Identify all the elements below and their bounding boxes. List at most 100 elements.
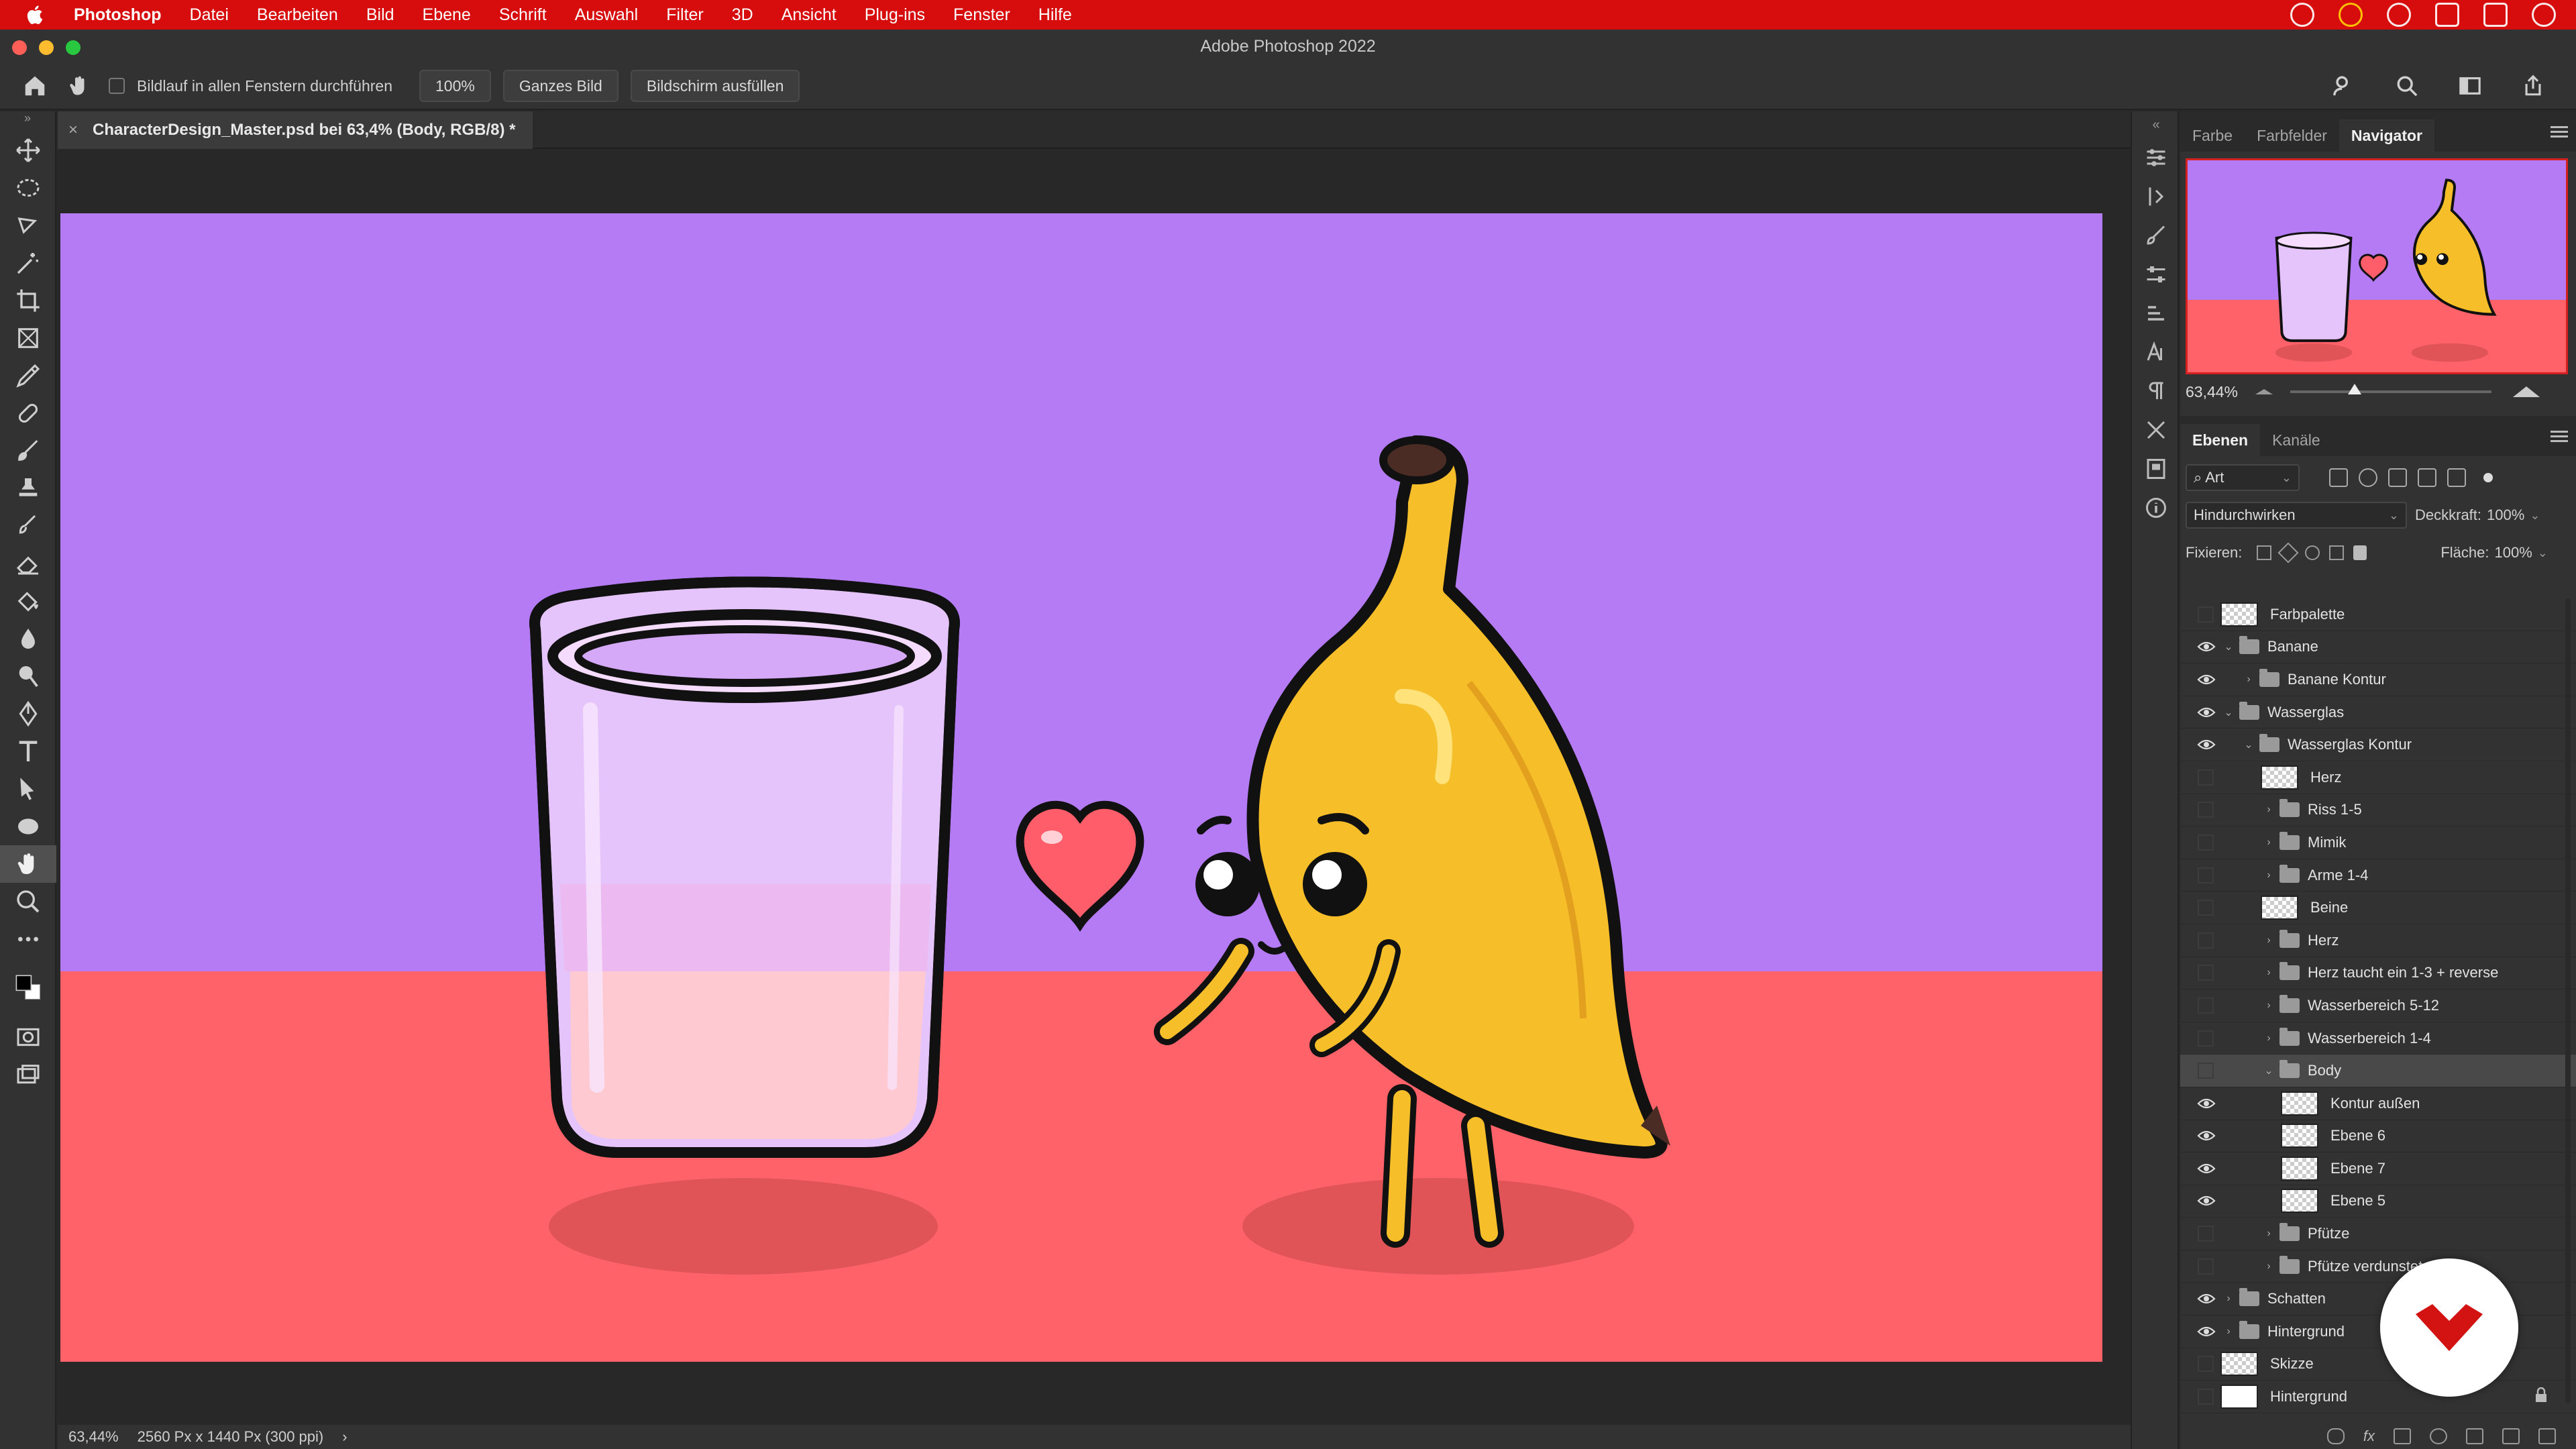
layer-row[interactable]: ⌄ Wasserglas Kontur — [2180, 729, 2576, 761]
layers-scrollbar[interactable] — [2565, 598, 2571, 1403]
layer-row[interactable]: Herz — [2180, 761, 2576, 794]
clone-stamp-tool-icon[interactable] — [0, 470, 56, 507]
lock-all-icon[interactable] — [2353, 545, 2367, 560]
visibility-eye-icon[interactable] — [2196, 669, 2216, 690]
visibility-eye-icon[interactable] — [2196, 1191, 2216, 1211]
close-window-button[interactable] — [12, 40, 27, 55]
battery-icon[interactable] — [2435, 3, 2459, 27]
visibility-toggle-icon[interactable] — [2198, 1356, 2214, 1373]
visibility-toggle-icon[interactable] — [2198, 769, 2214, 786]
frame-tool-icon[interactable] — [0, 319, 56, 357]
zoom-100-button[interactable]: 100% — [419, 70, 491, 102]
scroll-all-windows-checkbox[interactable] — [109, 78, 125, 94]
link-layers-icon[interactable] — [2326, 1428, 2345, 1444]
chevron-right-icon[interactable]: › — [2241, 674, 2257, 686]
visibility-toggle-icon[interactable] — [2198, 834, 2214, 851]
color-swatches-icon[interactable] — [0, 958, 56, 1018]
visibility-toggle-icon[interactable] — [2198, 965, 2214, 981]
quick-mask-icon[interactable] — [0, 1018, 56, 1056]
chevron-right-icon[interactable]: › — [2261, 804, 2277, 816]
filter-pixel-icon[interactable] — [2329, 468, 2348, 487]
layer-row[interactable]: Hintergrund — [2180, 1381, 2576, 1413]
layer-row[interactable]: › Herz — [2180, 924, 2576, 957]
tool-presets-icon[interactable] — [2132, 411, 2180, 449]
layer-row[interactable]: Ebene 6 — [2180, 1120, 2576, 1153]
workspace-icon[interactable] — [2455, 71, 2485, 101]
layer-row[interactable]: › Pfütze verdunstet — [2180, 1250, 2576, 1283]
layer-row[interactable]: › Mimik — [2180, 826, 2576, 859]
chevron-right-icon[interactable]: › — [2261, 967, 2277, 979]
menu-filter[interactable]: Filter — [666, 5, 704, 25]
layer-row[interactable]: › Wasserbereich 1-4 — [2180, 1022, 2576, 1055]
adjustments-icon[interactable] — [2132, 138, 2180, 177]
layer-row[interactable]: › Wasserbereich 5-12 — [2180, 989, 2576, 1022]
eyedropper-tool-icon[interactable] — [0, 357, 56, 394]
tab-navigator[interactable]: Navigator — [2339, 119, 2435, 152]
navigator-zoom-value[interactable]: 63,44% — [2186, 383, 2238, 401]
filter-type-icon[interactable] — [2388, 468, 2407, 487]
search-icon[interactable] — [2392, 71, 2422, 101]
filter-shape-icon[interactable] — [2418, 468, 2436, 487]
filter-toggle-icon[interactable] — [2483, 473, 2493, 482]
lock-artboard-icon[interactable] — [2329, 545, 2345, 560]
layer-row[interactable]: Ebene 5 — [2180, 1185, 2576, 1218]
menu-hilfe[interactable]: Hilfe — [1038, 5, 1072, 25]
adjustment-layer-icon[interactable] — [2430, 1428, 2447, 1444]
channels-icon[interactable] — [2132, 449, 2180, 488]
visibility-toggle-icon[interactable] — [2198, 1226, 2214, 1242]
layers-panel-menu-icon[interactable] — [2551, 431, 2568, 444]
layer-row[interactable]: Farbpalette — [2180, 598, 2576, 631]
type-tool-icon[interactable] — [0, 733, 56, 770]
info-icon[interactable] — [2132, 488, 2180, 527]
close-document-icon[interactable]: × — [68, 121, 78, 140]
chevron-right-icon[interactable]: › — [2261, 1228, 2277, 1240]
export-share-icon[interactable] — [2518, 71, 2548, 101]
tab-ebenen[interactable]: Ebenen — [2180, 424, 2261, 456]
menu-ebene[interactable]: Ebene — [423, 5, 471, 25]
strip-collapse-icon[interactable]: « — [2132, 111, 2180, 138]
visibility-toggle-icon[interactable] — [2198, 1063, 2214, 1079]
navigator-zoom-thumb[interactable] — [2348, 384, 2362, 394]
screen-mode-icon[interactable] — [0, 1056, 56, 1093]
fill-screen-button[interactable]: Bildschirm ausfüllen — [630, 70, 800, 102]
tab-kanaele[interactable]: Kanäle — [2260, 424, 2332, 456]
eraser-tool-icon[interactable] — [0, 545, 56, 582]
chevron-right-icon[interactable]: › — [2261, 934, 2277, 947]
blend-mode-dropdown[interactable]: Hindurchwirken ⌄ — [2186, 502, 2407, 529]
layer-row[interactable]: Kontur außen — [2180, 1087, 2576, 1120]
layer-row[interactable]: › Schatten — [2180, 1283, 2576, 1316]
visibility-toggle-icon[interactable] — [2198, 606, 2214, 623]
history-brush-tool-icon[interactable] — [0, 507, 56, 545]
brush-tool-icon[interactable] — [0, 432, 56, 470]
zoom-window-button[interactable] — [66, 40, 80, 55]
visibility-toggle-icon[interactable] — [2198, 900, 2214, 916]
document-tab[interactable]: × CharacterDesign_Master.psd bei 63,4% (… — [58, 111, 533, 149]
visibility-eye-icon[interactable] — [2196, 702, 2216, 722]
panel-menu-icon[interactable] — [2551, 126, 2568, 140]
delete-layer-icon[interactable] — [2538, 1428, 2556, 1444]
crop-tool-icon[interactable] — [0, 282, 56, 319]
new-layer-icon[interactable] — [2502, 1428, 2520, 1444]
fit-screen-button[interactable]: Ganzes Bild — [502, 70, 619, 102]
chevron-down-icon[interactable]: ⌄ — [2241, 738, 2257, 751]
visibility-eye-icon[interactable] — [2196, 1159, 2216, 1179]
paragraph-icon[interactable] — [2132, 372, 2180, 411]
navigator-preview[interactable] — [2186, 158, 2568, 374]
toolbar-collapse-icon[interactable]: » — [0, 111, 55, 131]
color-picker-icon[interactable] — [2339, 3, 2363, 27]
artwork-canvas[interactable] — [60, 213, 2102, 1362]
hand-tool-preset-icon[interactable] — [64, 71, 94, 101]
layer-row[interactable]: Beine — [2180, 892, 2576, 924]
menu-bild[interactable]: Bild — [366, 5, 394, 25]
zoom-out-icon[interactable] — [2254, 385, 2274, 398]
opacity-value[interactable]: 100% — [2487, 506, 2524, 524]
chevron-right-icon[interactable]: › — [2261, 1260, 2277, 1273]
lock-pixels-icon[interactable] — [2277, 542, 2299, 564]
visibility-toggle-icon[interactable] — [2198, 1258, 2214, 1275]
layer-row[interactable]: › Pfütze — [2180, 1218, 2576, 1250]
layer-filter-dropdown[interactable]: ⌕ Art ⌄ — [2186, 464, 2300, 491]
visibility-toggle-icon[interactable] — [2198, 1030, 2214, 1046]
layer-row[interactable]: › Riss 1-5 — [2180, 794, 2576, 827]
navigator-zoom-slider[interactable] — [2290, 384, 2492, 394]
visibility-toggle-icon[interactable] — [2198, 1389, 2214, 1405]
